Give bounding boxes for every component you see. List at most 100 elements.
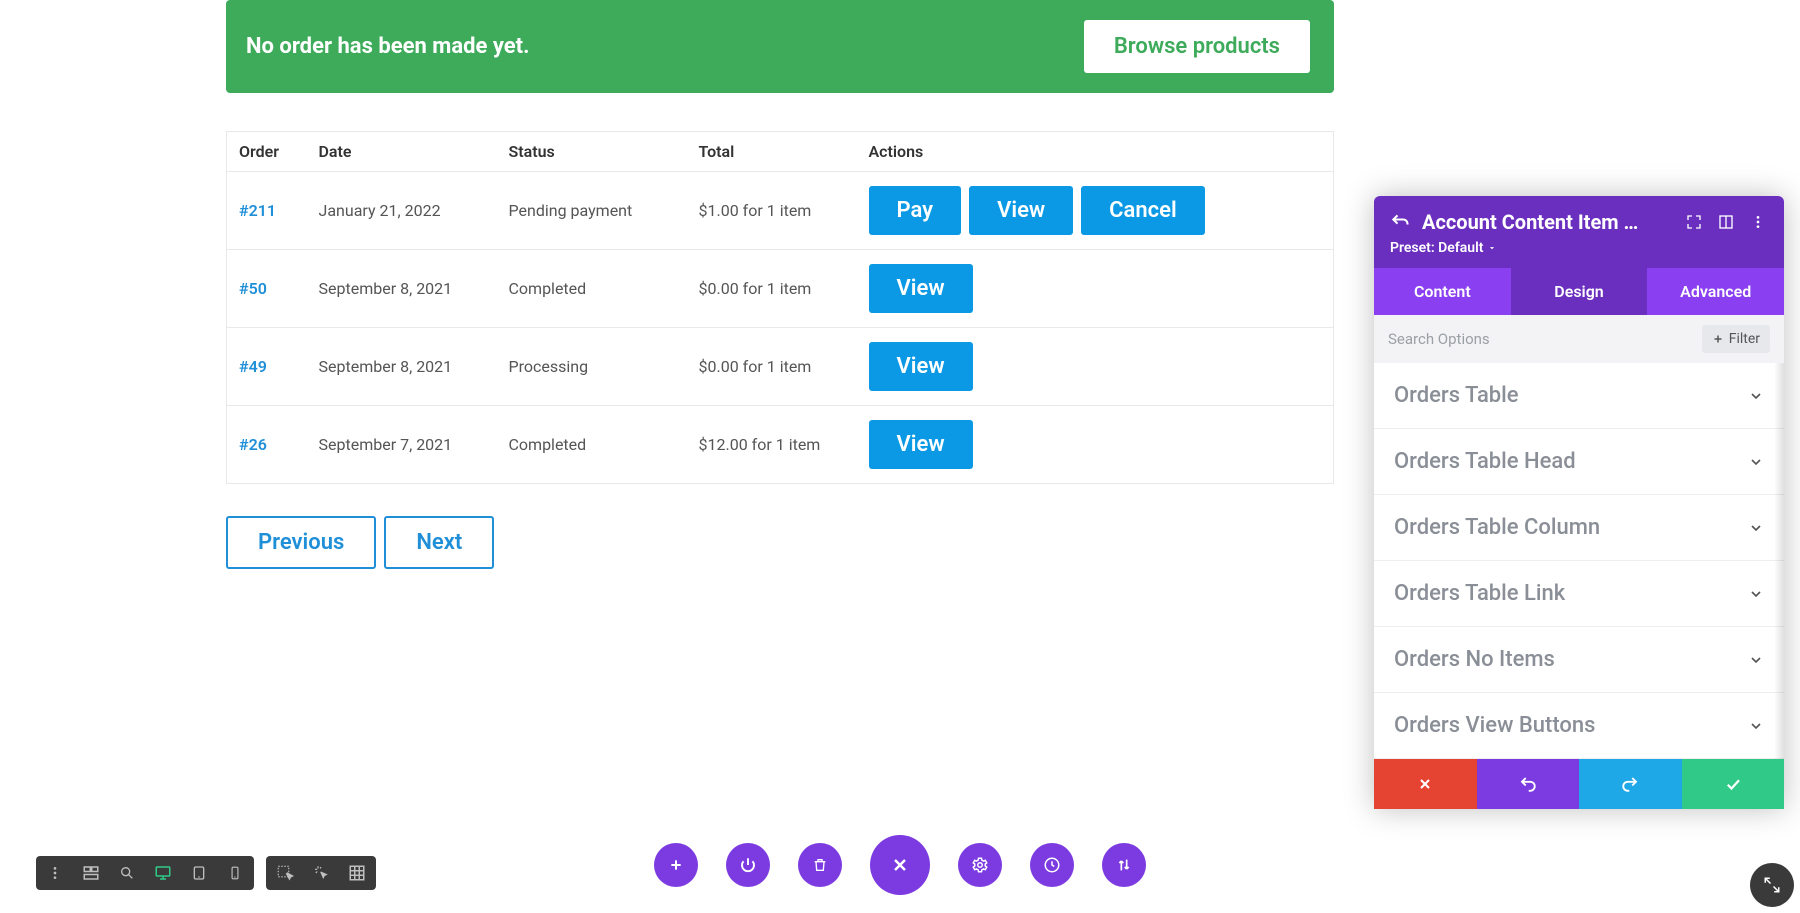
panel-option-label: Orders Table Head [1394,449,1576,474]
cell-total: $12.00 for 1 item [687,406,857,484]
cell-total: $0.00 for 1 item [687,250,857,328]
gear-icon [971,856,989,874]
tab-advanced[interactable]: Advanced [1647,268,1784,315]
filter-button[interactable]: Filter [1702,325,1770,353]
page-settings-button[interactable] [958,843,1002,887]
panel-title: Account Content Item … [1422,210,1672,234]
trash-icon [812,857,828,873]
search-options-input[interactable]: Search Options [1388,330,1490,348]
redo-icon [1621,775,1639,793]
desktop-view-icon[interactable] [152,862,174,884]
save-button[interactable] [1682,759,1785,809]
add-module-button[interactable] [654,843,698,887]
phone-view-icon[interactable] [224,862,246,884]
chevron-down-icon [1748,454,1764,470]
panel-option-label: Orders Table Column [1394,515,1600,540]
panel-option[interactable]: Orders Table Link [1374,561,1784,627]
chevron-down-icon [1748,718,1764,734]
cell-status: Processing [497,328,687,406]
panel-option-label: Orders No Items [1394,647,1555,672]
zoom-icon[interactable] [116,862,138,884]
builder-main-actions [654,835,1146,895]
close-icon [890,855,910,875]
updown-icon [1116,857,1132,873]
kebab-menu-icon[interactable] [1748,212,1768,232]
cell-date: September 8, 2021 [307,328,497,406]
no-orders-notice: No order has been made yet. Browse produ… [226,0,1334,93]
toolbar-kebab-icon[interactable] [44,862,66,884]
cancel-button[interactable]: Cancel [1081,186,1205,235]
close-icon [1417,776,1433,792]
expand-corner-button[interactable] [1750,863,1794,907]
module-settings-panel: Account Content Item … Preset: Default C… [1374,196,1784,809]
hover-mode-icon[interactable] [274,862,296,884]
view-button[interactable]: View [869,342,973,391]
close-builder-button[interactable] [870,835,930,895]
th-status: Status [497,132,687,172]
browse-products-button[interactable]: Browse products [1084,20,1310,73]
power-icon [739,856,757,874]
cell-date: September 7, 2021 [307,406,497,484]
undo-button[interactable] [1477,759,1580,809]
panel-option[interactable]: Orders Table [1374,363,1784,429]
cell-actions: View [857,406,1334,484]
previous-button[interactable]: Previous [226,516,376,569]
grid-mode-icon[interactable] [346,862,368,884]
panel-option-label: Orders View Buttons [1394,713,1595,738]
tab-design[interactable]: Design [1511,268,1648,315]
orders-table: Order Date Status Total Actions #211Janu… [226,131,1334,484]
table-row: #26 September 7, 2021Completed$12.00 for … [227,406,1334,484]
caret-down-icon [1487,243,1497,253]
table-row: #49 September 8, 2021Processing$0.00 for … [227,328,1334,406]
chevron-down-icon [1748,586,1764,602]
discard-button[interactable] [1374,759,1477,809]
order-link[interactable]: #49 [239,357,267,376]
view-button[interactable]: View [869,420,973,469]
click-mode-icon[interactable] [310,862,332,884]
panel-option[interactable]: Orders View Buttons [1374,693,1784,759]
back-icon[interactable] [1390,212,1410,232]
cell-total: $0.00 for 1 item [687,328,857,406]
order-link[interactable]: #26 [239,435,267,454]
view-button[interactable]: View [869,264,973,313]
tab-content[interactable]: Content [1374,268,1511,315]
portability-button[interactable] [1102,843,1146,887]
panel-search-row: Search Options Filter [1374,315,1784,363]
pay-button[interactable]: Pay [869,186,962,235]
plus-icon [1712,333,1724,345]
clock-icon [1043,856,1061,874]
cell-date: September 8, 2021 [307,250,497,328]
cell-status: Pending payment [497,172,687,250]
tablet-view-icon[interactable] [188,862,210,884]
panel-option-label: Orders Table [1394,383,1519,408]
view-button[interactable]: View [969,186,1073,235]
order-link[interactable]: #211 [239,201,276,220]
redo-button[interactable] [1579,759,1682,809]
power-button[interactable] [726,843,770,887]
wireframe-view-icon[interactable] [80,862,102,884]
panel-tabs: Content Design Advanced [1374,268,1784,315]
panel-option[interactable]: Orders Table Column [1374,495,1784,561]
table-row: #211January 21, 2022Pending payment$1.00… [227,172,1334,250]
next-button[interactable]: Next [384,516,494,569]
undo-icon [1519,775,1537,793]
panel-option[interactable]: Orders No Items [1374,627,1784,693]
trash-button[interactable] [798,843,842,887]
th-total: Total [687,132,857,172]
snap-icon[interactable] [1716,212,1736,232]
preset-dropdown[interactable]: Preset: Default [1390,240,1768,256]
panel-footer-actions [1374,759,1784,809]
fullscreen-icon[interactable] [1684,212,1704,232]
cell-status: Completed [497,406,687,484]
history-button[interactable] [1030,843,1074,887]
notice-text: No order has been made yet. [246,34,529,59]
panel-option[interactable]: Orders Table Head [1374,429,1784,495]
filter-label: Filter [1729,331,1760,347]
order-link[interactable]: #50 [239,279,267,298]
check-icon [1724,775,1742,793]
cell-total: $1.00 for 1 item [687,172,857,250]
cell-actions: PayViewCancel [857,172,1334,250]
table-row: #50September 8, 2021Completed$0.00 for 1… [227,250,1334,328]
chevron-down-icon [1748,388,1764,404]
builder-view-toolbar [36,856,376,890]
